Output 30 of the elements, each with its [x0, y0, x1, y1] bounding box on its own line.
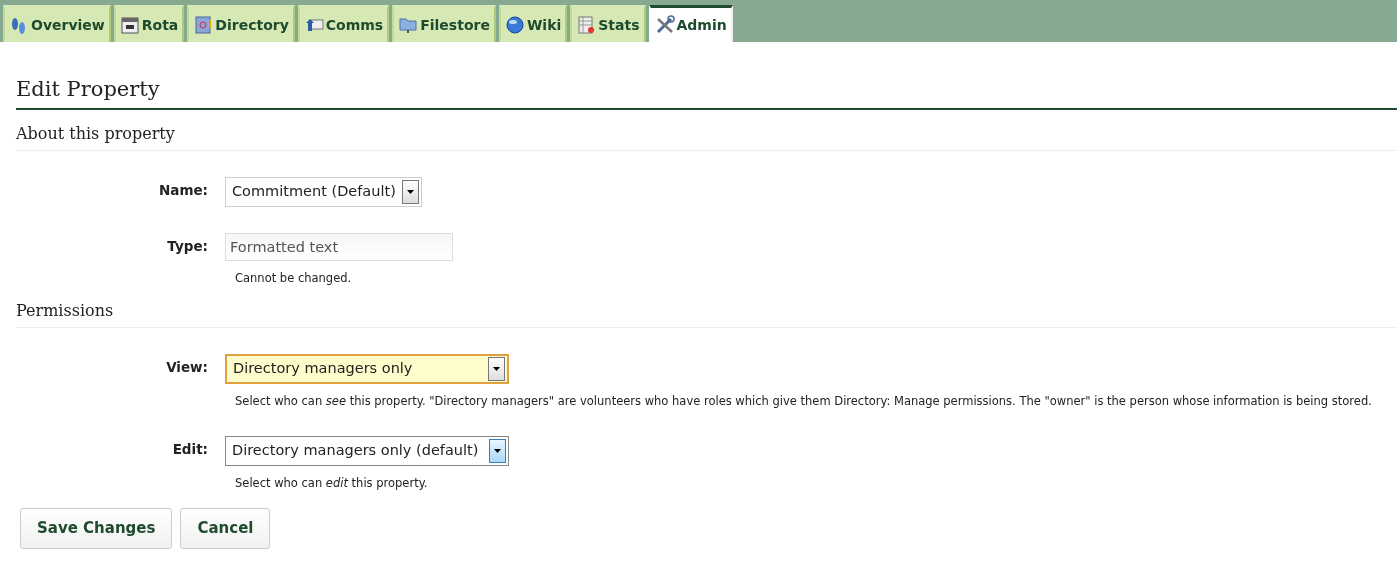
button[interactable]: Save Changes [20, 508, 173, 549]
address-book-icon [193, 15, 214, 35]
nav-tab[interactable]: Overview [3, 5, 111, 42]
help-text: Select who can edit this property. [235, 475, 429, 492]
select-field[interactable]: Commitment (Default) [225, 176, 422, 207]
select-field[interactable]: Directory managers only (default) [225, 436, 509, 466]
field-label: Type: [166, 236, 208, 256]
nav-tab[interactable]: Rota [113, 5, 185, 42]
folder-icon [398, 15, 419, 35]
help-text: Select who can see this property. "Directory managers" are volunteers who have roles which give them Directory: Manage permissions. The "owner" is the person whose information is being stored. [235, 392, 1372, 410]
spreadsheet-icon [576, 15, 597, 35]
nav-tab[interactable]: Stats [570, 5, 646, 42]
nav-tab[interactable]: Directory [187, 5, 295, 42]
nav-tab[interactable]: Filestore [392, 5, 496, 42]
help-text: Cannot be changed. [235, 269, 353, 287]
section-title: About this property [16, 109, 1397, 151]
select-field[interactable]: Directory managers only [225, 353, 509, 384]
nav-tab[interactable]: Wiki [498, 5, 568, 42]
field-label: Edit: [171, 440, 208, 459]
button[interactable]: Cancel [180, 508, 271, 549]
page-title: Edit Property [16, 74, 1397, 110]
section-title: Permissions [16, 286, 1397, 328]
field-label: View: [165, 357, 208, 377]
nav-tab[interactable]: Comms [297, 5, 390, 42]
tools-icon [654, 15, 675, 35]
input-field[interactable]: Formatted text [225, 232, 453, 261]
globe-icon [504, 15, 525, 35]
calendar-icon [119, 15, 140, 35]
nav-tab[interactable]: Admin [648, 5, 733, 42]
field-label: Name: [157, 180, 208, 200]
